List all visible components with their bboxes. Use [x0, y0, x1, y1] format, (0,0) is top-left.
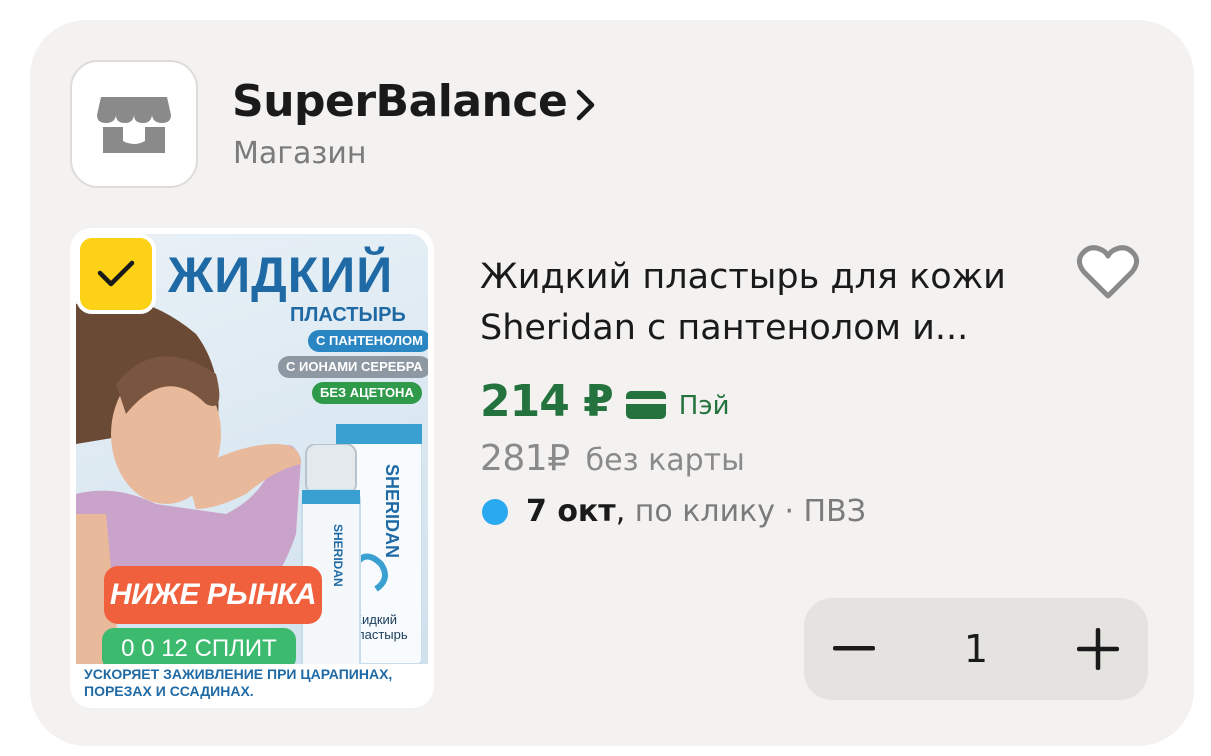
price-row: 214 ₽ Пэй	[480, 376, 730, 427]
store-logo[interactable]	[70, 60, 198, 188]
delivery-status-dot	[482, 498, 508, 525]
delivery-info: 7 окт , по клику · ПВЗ	[482, 494, 866, 529]
product-title-line2: Sheridan с пантенолом и...	[480, 308, 969, 348]
plus-icon	[1077, 628, 1119, 670]
delivery-comma: ,	[615, 494, 626, 529]
select-checkbox[interactable]	[76, 234, 156, 314]
delivery-method: по клику · ПВЗ	[625, 494, 866, 529]
increase-quantity-button[interactable]	[1048, 598, 1148, 700]
badge-below-market: НИЖЕ РЫНКА	[104, 566, 322, 624]
image-footer-line2: ПОРЕЗАХ И ССАДИНАХ.	[84, 683, 254, 699]
heart-icon	[1076, 245, 1140, 299]
checkmark-icon	[97, 260, 135, 287]
image-pill-silver: С ИОНАМИ СЕРЕБРА	[278, 356, 428, 378]
decrease-quantity-button[interactable]	[804, 598, 904, 700]
store-type: Магазин	[233, 136, 367, 171]
storefront-icon	[97, 97, 171, 153]
minus-icon	[833, 646, 875, 651]
card-icon	[625, 390, 666, 419]
chevron-right-icon[interactable]	[575, 88, 597, 126]
price-without-card-row: 281₽ без карты	[480, 438, 745, 479]
favorite-button[interactable]	[1074, 240, 1142, 304]
image-headline: ЖИДКИЙ	[168, 247, 394, 303]
image-footer-line1: УСКОРЯЕТ ЗАЖИВЛЕНИЕ ПРИ ЦАРАПИНАХ,	[84, 666, 393, 682]
product-title[interactable]: Жидкий пластырь для кожи Sheridan с пант…	[480, 252, 1040, 354]
price-without-card: 281₽	[480, 438, 570, 479]
pay-label: Пэй	[678, 390, 730, 421]
delivery-date: 7 окт	[526, 494, 616, 529]
price-without-card-label: без карты	[585, 443, 745, 478]
image-footer-text: УСКОРЯЕТ ЗАЖИВЛЕНИЕ ПРИ ЦАРАПИНАХ, ПОРЕЗ…	[84, 666, 424, 700]
image-subheadline: ПЛАСТЫРЬ	[290, 304, 406, 326]
svg-text:SHERIDAN: SHERIDAN	[331, 524, 345, 587]
quantity-stepper: 1	[804, 598, 1148, 700]
price-with-card: 214 ₽	[480, 376, 614, 427]
store-name[interactable]: SuperBalance	[232, 76, 568, 127]
image-pill-panthenol: С ПАНТЕНОЛОМ	[308, 330, 428, 352]
image-pill-no-acetone: БЕЗ АЦЕТОНА	[312, 382, 422, 404]
quantity-value: 1	[963, 627, 989, 671]
svg-text:SHERIDAN: SHERIDAN	[382, 464, 402, 558]
product-title-line1: Жидкий пластырь для кожи	[480, 257, 1006, 297]
spray-can-illustration: SHERIDAN	[301, 444, 361, 674]
